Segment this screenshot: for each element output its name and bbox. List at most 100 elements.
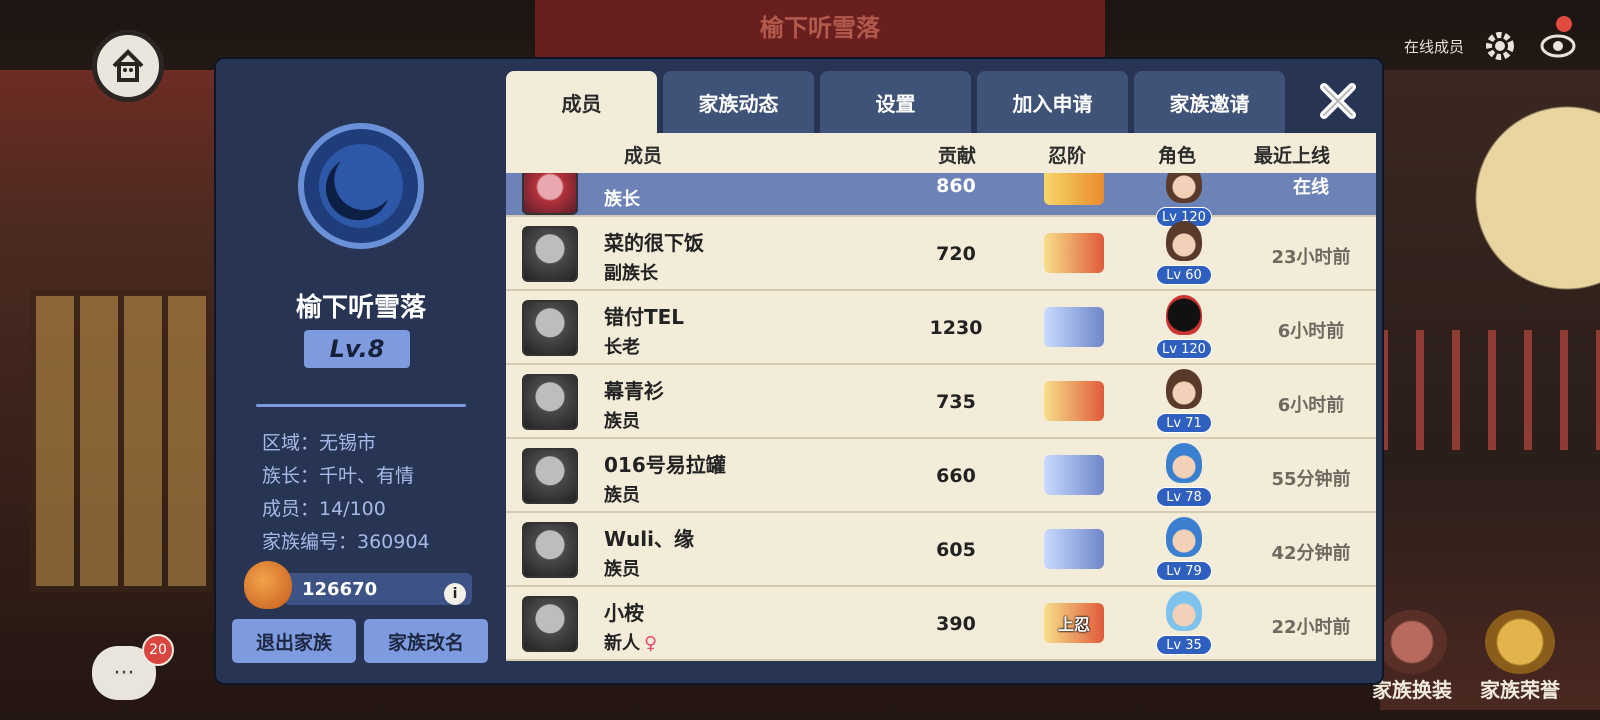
clan-funds: 126670 i <box>244 561 484 609</box>
member-role: 族员 <box>604 485 640 506</box>
character-portrait: Lv 60 <box>1156 221 1212 289</box>
clan-info-list: 区域：无锡市 族长：千叶、有情 成员：14/100 家族编号：360904 <box>262 427 430 559</box>
member-contribution: 660 <box>936 465 976 487</box>
clan-tabs: 成员 家族动态 设置 加入申请 家族邀请 <box>506 71 1285 133</box>
character-level: Lv 35 <box>1156 635 1212 655</box>
online-members-label: 在线成员 <box>1403 37 1464 56</box>
gear-icon <box>1486 32 1514 60</box>
tab-clan-invites[interactable]: 家族邀请 <box>1134 71 1285 133</box>
info-icon[interactable]: i <box>444 583 466 605</box>
member-role: 族员 <box>604 411 640 432</box>
member-role: 族员 <box>604 559 640 580</box>
clan-info-sidebar: 榆下听雪落 Lv.8 区域：无锡市 族长：千叶、有情 成员：14/100 家族编… <box>216 59 506 683</box>
top-right-bar: 在线成员 <box>1404 24 1580 68</box>
table-header: 成员 贡献 忍阶 角色 最近上线 <box>506 133 1376 173</box>
clan-honor-button[interactable]: 家族荣誉 <box>1480 610 1560 703</box>
clan-region: 区域：无锡市 <box>262 432 377 454</box>
header-rank: 忍阶 <box>1048 145 1087 167</box>
background-banner-title: 榆下听雪落 <box>760 14 880 42</box>
trophy-icon <box>1485 610 1555 674</box>
clan-funds-value: 126670 i <box>284 573 472 605</box>
tab-members[interactable]: 成员 <box>506 71 657 133</box>
clan-name: 榆下听雪落 <box>295 293 426 323</box>
avatar <box>522 596 578 652</box>
view-button[interactable] <box>1536 24 1580 68</box>
member-contribution: 1230 <box>929 317 983 339</box>
background-window <box>30 290 212 592</box>
header-character: 角色 <box>1158 145 1197 167</box>
member-contribution: 720 <box>936 243 976 265</box>
outfit-icon <box>1377 610 1447 674</box>
table-row[interactable]: 错付TEL 长老 1230 Lv 120 6小时前 <box>506 291 1376 365</box>
clan-id: 家族编号：360904 <box>262 531 430 553</box>
avatar <box>522 448 578 504</box>
tab-join-requests[interactable]: 加入申请 <box>977 71 1128 133</box>
member-role: 新人 ♀ <box>604 629 657 655</box>
leave-clan-button[interactable]: 退出家族 <box>232 619 356 663</box>
last-online: 22小时前 <box>1271 617 1351 638</box>
member-table: 成员 贡献 忍阶 角色 最近上线 族长 860 Lv 120 在线 菜的很下饭 … <box>506 133 1376 661</box>
female-icon: ♀ <box>644 633 658 654</box>
character-level: Lv 120 <box>1156 339 1212 359</box>
table-row[interactable]: 族长 860 Lv 120 在线 <box>506 159 1376 227</box>
bottom-right-buttons: 家族换装 家族荣誉 <box>1372 610 1560 703</box>
avatar <box>522 522 578 578</box>
home-button[interactable] <box>92 30 164 102</box>
clan-outfit-button[interactable]: 家族换装 <box>1372 610 1452 703</box>
tab-settings[interactable]: 设置 <box>820 71 971 133</box>
character-portrait: Lv 71 <box>1156 369 1212 437</box>
character-avatar <box>1166 295 1202 335</box>
character-level: Lv 71 <box>1156 413 1212 433</box>
clan-panel: 榆下听雪落 Lv.8 区域：无锡市 族长：千叶、有情 成员：14/100 家族编… <box>214 57 1384 685</box>
member-contribution: 735 <box>936 391 976 413</box>
table-row[interactable]: Wuli、缘 族员 605 Lv 79 42分钟前 <box>506 513 1376 587</box>
clan-emblem-icon <box>298 123 424 249</box>
character-level: Lv 78 <box>1156 487 1212 507</box>
header-member: 成员 <box>624 145 663 167</box>
table-row[interactable]: 016号易拉罐 族员 660 Lv 78 55分钟前 <box>506 439 1376 513</box>
character-portrait: Lv 79 <box>1156 517 1212 585</box>
table-row[interactable]: 菜的很下饭 副族长 720 Lv 60 23小时前 <box>506 217 1376 291</box>
member-name: 幕青衫 <box>604 379 664 403</box>
last-online: 42分钟前 <box>1271 543 1351 564</box>
clan-level-badge: Lv.8 <box>304 330 410 368</box>
character-portrait: Lv 35 <box>1156 591 1212 659</box>
character-avatar <box>1166 517 1202 557</box>
background-railing <box>1380 330 1600 450</box>
member-contribution: 860 <box>936 175 976 197</box>
member-contribution: 390 <box>936 613 976 635</box>
close-button[interactable] <box>1314 77 1362 125</box>
table-row[interactable]: 幕青衫 族员 735 Lv 71 6小时前 <box>506 365 1376 439</box>
character-level: Lv 79 <box>1156 561 1212 581</box>
funds-amount: 126670 <box>302 578 378 600</box>
eye-icon <box>1540 34 1576 58</box>
last-online: 6小时前 <box>1277 395 1345 416</box>
chat-badge: 20 <box>142 634 174 666</box>
member-name: Wuli、缘 <box>604 527 695 551</box>
last-online: 55分钟前 <box>1271 469 1351 490</box>
member-contribution: 605 <box>936 539 976 561</box>
rank-badge-icon <box>1044 529 1104 569</box>
character-avatar <box>1166 221 1202 261</box>
character-avatar <box>1166 591 1202 631</box>
tab-clan-activity[interactable]: 家族动态 <box>663 71 814 133</box>
settings-button[interactable] <box>1478 24 1522 68</box>
notification-dot <box>1556 16 1572 32</box>
rename-clan-button[interactable]: 家族改名 <box>364 619 488 663</box>
avatar <box>522 374 578 430</box>
close-icon <box>1320 83 1356 119</box>
coin-bag-icon <box>244 561 292 609</box>
last-online: 6小时前 <box>1277 321 1345 342</box>
character-level: Lv 60 <box>1156 265 1212 285</box>
character-avatar <box>1166 443 1202 483</box>
member-role: 长老 <box>604 337 640 358</box>
header-last-online: 最近上线 <box>1254 145 1331 167</box>
member-role: 族长 <box>604 189 640 210</box>
last-online: 在线 <box>1293 177 1329 198</box>
member-name: 错付TEL <box>604 305 685 329</box>
member-name: 菜的很下饭 <box>604 231 704 255</box>
avatar <box>522 226 578 282</box>
table-row[interactable]: 小桉 新人 ♀ 390 上忍 Lv 35 22小时前 <box>506 587 1376 661</box>
character-portrait: Lv 78 <box>1156 443 1212 511</box>
character-portrait: Lv 120 <box>1156 295 1212 363</box>
